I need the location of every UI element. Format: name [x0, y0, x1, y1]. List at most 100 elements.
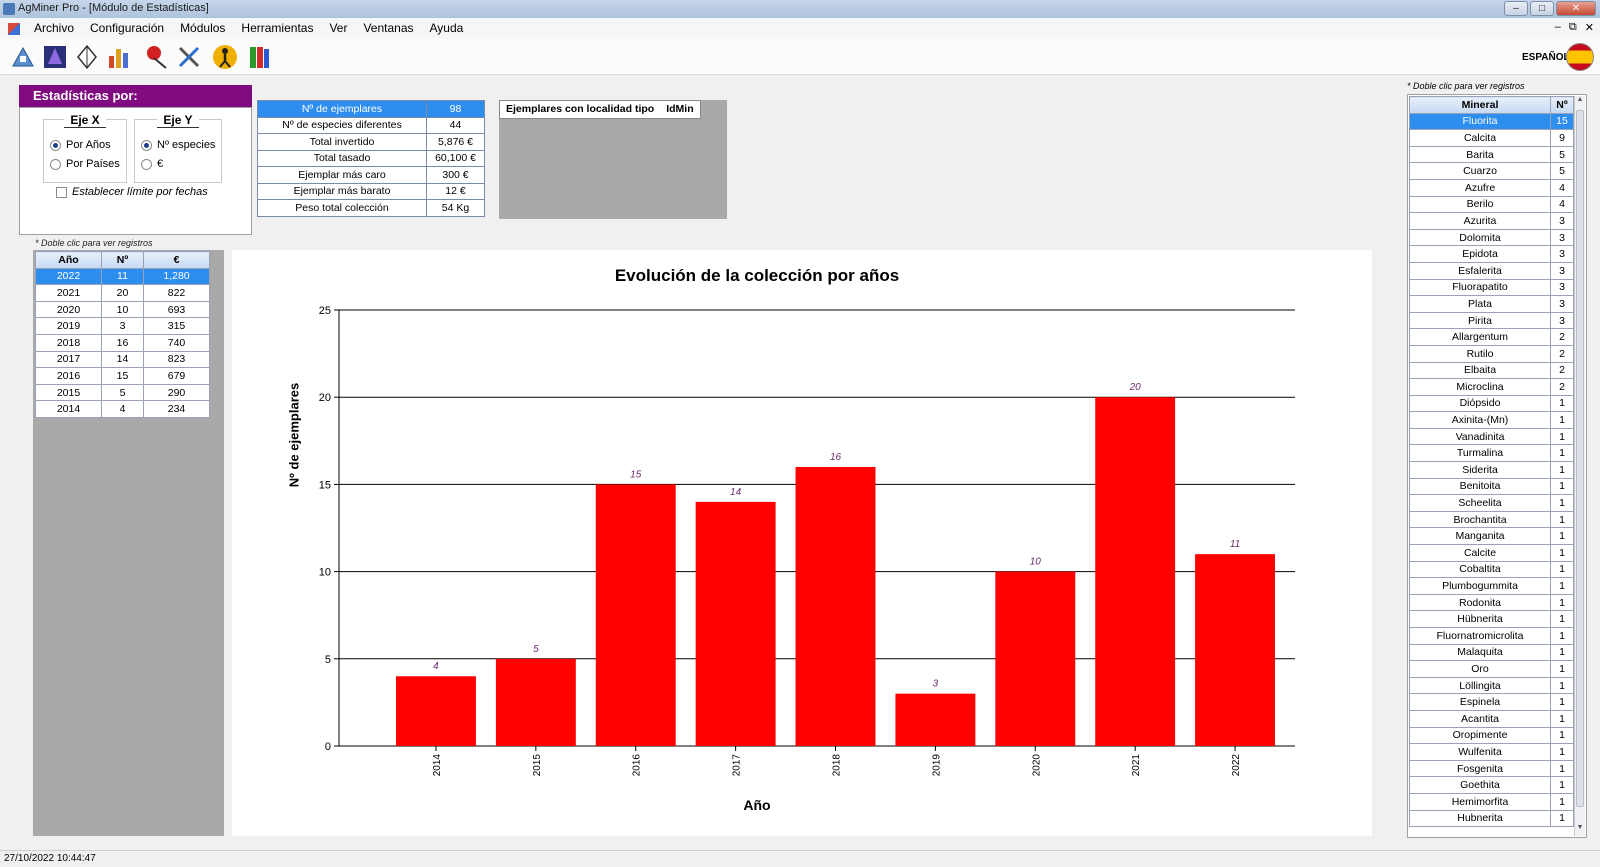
mineral-row[interactable]: Fluornatromicrolita 1 — [1409, 627, 1574, 645]
mineral-name[interactable]: Acantita — [1409, 709, 1551, 728]
col-ano[interactable]: Año — [35, 251, 102, 269]
mineral-count[interactable]: 4 — [1550, 178, 1574, 197]
year-cell[interactable]: 693 — [143, 300, 210, 319]
mineral-name[interactable]: Barita — [1409, 145, 1551, 164]
mineral-count[interactable]: 1 — [1550, 444, 1574, 463]
mineral-count[interactable]: 1 — [1550, 709, 1574, 728]
year-row[interactable]: 2020 10 693 — [35, 300, 210, 319]
mineral-count[interactable]: 1 — [1550, 560, 1574, 579]
mineral-name[interactable]: Manganita — [1409, 527, 1551, 546]
mdi-close-button[interactable]: ✕ — [1585, 21, 1594, 34]
year-cell[interactable]: 315 — [143, 317, 210, 335]
mineral-row[interactable]: Goethita 1 — [1409, 776, 1574, 794]
year-cell[interactable]: 290 — [143, 383, 210, 402]
mineral-name[interactable]: Turmalina — [1409, 444, 1551, 463]
year-cell[interactable]: 3 — [101, 317, 144, 335]
mineral-count[interactable]: 3 — [1550, 295, 1574, 313]
mineral-row[interactable]: Hubnerita 1 — [1409, 809, 1574, 828]
year-cell[interactable]: 2016 — [35, 367, 102, 385]
mineral-name[interactable]: Elbaita — [1409, 361, 1551, 380]
mineral-count[interactable]: 15 — [1550, 112, 1574, 131]
mineral-name[interactable]: Cuarzo — [1409, 162, 1551, 180]
mineral-row[interactable]: Diópsido 1 — [1409, 394, 1574, 413]
mineral-count[interactable]: 1 — [1550, 693, 1574, 711]
mineral-name[interactable]: Azufre — [1409, 178, 1551, 197]
year-cell[interactable]: 822 — [143, 284, 210, 302]
radio-por-anos[interactable]: Por Años — [50, 139, 111, 151]
mineral-row[interactable]: Calcita 9 — [1409, 129, 1574, 147]
year-cell[interactable]: 823 — [143, 350, 210, 369]
year-cell[interactable]: 234 — [143, 400, 210, 418]
radio-euro[interactable]: € — [141, 158, 163, 170]
col-count[interactable]: Nº — [1550, 96, 1574, 114]
mineral-count[interactable]: 1 — [1550, 593, 1574, 612]
mineral-row[interactable]: Oro 1 — [1409, 660, 1574, 678]
mineral-row[interactable]: Elbaita 2 — [1409, 361, 1574, 380]
mineral-name[interactable]: Allargentum — [1409, 328, 1551, 346]
mineral-name[interactable]: Calcite — [1409, 544, 1551, 562]
mineral-scrollbar[interactable]: ▲ ▼ — [1574, 96, 1585, 836]
mdi-restore-button[interactable]: ⧉ — [1569, 21, 1577, 34]
year-cell[interactable]: 11 — [101, 267, 144, 286]
menu-ver[interactable]: Ver — [321, 18, 355, 39]
mineral-count[interactable]: 1 — [1550, 627, 1574, 645]
mineral-name[interactable]: Berilo — [1409, 195, 1551, 214]
mineral-row[interactable]: Fosgenita 1 — [1409, 759, 1574, 778]
mineral-name[interactable]: Azurita — [1409, 212, 1551, 230]
year-cell[interactable]: 5 — [101, 383, 144, 402]
mineral-name[interactable]: Hübnerita — [1409, 610, 1551, 628]
radio-dot[interactable] — [141, 139, 152, 151]
mineral-row[interactable]: Hemimorfita 1 — [1409, 792, 1574, 811]
mineral-name[interactable]: Wulfenita — [1409, 743, 1551, 761]
mineral-count[interactable]: 1 — [1550, 461, 1574, 479]
mineral-count[interactable]: 3 — [1550, 311, 1574, 330]
mineral-row[interactable]: Vanadinita 1 — [1409, 427, 1574, 446]
mineral-row[interactable]: Hübnerita 1 — [1409, 610, 1574, 628]
mineral-row[interactable]: Rodonita 1 — [1409, 593, 1574, 612]
bar-stats-icon[interactable] — [104, 42, 134, 72]
col-euro[interactable]: € — [143, 251, 210, 269]
mineral-count[interactable]: 3 — [1550, 261, 1574, 280]
minimize-button[interactable]: – — [1504, 1, 1528, 16]
mineral-row[interactable]: Fluorita 15 — [1409, 112, 1574, 131]
mineral-count[interactable]: 4 — [1550, 195, 1574, 214]
mineral-count[interactable]: 5 — [1550, 162, 1574, 180]
mineral-count[interactable]: 3 — [1550, 228, 1574, 247]
mineral-row[interactable]: Berilo 4 — [1409, 195, 1574, 214]
mineral-count[interactable]: 2 — [1550, 361, 1574, 380]
year-cell[interactable]: 15 — [101, 367, 144, 385]
year-cell[interactable]: 4 — [101, 400, 144, 418]
mineral-count[interactable]: 3 — [1550, 245, 1574, 263]
mineral-count[interactable]: 1 — [1550, 427, 1574, 446]
mineral-row[interactable]: Fluorapatito 3 — [1409, 278, 1574, 297]
mineral-row[interactable]: Axinita-(Mn) 1 — [1409, 411, 1574, 429]
mineral-name[interactable]: Fluorita — [1409, 112, 1551, 131]
diamond-icon[interactable] — [72, 42, 102, 72]
document-menu-icon[interactable] — [8, 22, 20, 35]
mineral-row[interactable]: Benitoita 1 — [1409, 477, 1574, 496]
scroll-thumb[interactable] — [1576, 110, 1584, 807]
radio-dot[interactable] — [50, 158, 61, 170]
year-cell[interactable]: 2020 — [35, 300, 102, 319]
radio-dot[interactable] — [141, 158, 152, 170]
mineral-count[interactable]: 1 — [1550, 577, 1574, 595]
mineral-count[interactable]: 1 — [1550, 726, 1574, 745]
mineral-name[interactable]: Calcita — [1409, 129, 1551, 147]
mineral-row[interactable]: Malaquita 1 — [1409, 643, 1574, 662]
mineral-row[interactable]: Calcite 1 — [1409, 544, 1574, 562]
mineral-name[interactable]: Fosgenita — [1409, 759, 1551, 778]
mineral-row[interactable]: Barita 5 — [1409, 145, 1574, 164]
radio-por-paises[interactable]: Por Países — [50, 158, 120, 170]
mineral-row[interactable]: Azurita 3 — [1409, 212, 1574, 230]
year-cell[interactable]: 740 — [143, 333, 210, 352]
mineral-count[interactable]: 1 — [1550, 610, 1574, 628]
mineral-row[interactable]: Wulfenita 1 — [1409, 743, 1574, 761]
idmin-col[interactable]: IdMin — [660, 101, 699, 118]
mineral-name[interactable]: Cobaltita — [1409, 560, 1551, 579]
mineral-count[interactable]: 9 — [1550, 129, 1574, 147]
year-cell[interactable]: 16 — [101, 333, 144, 352]
mineral-row[interactable]: Dolomita 3 — [1409, 228, 1574, 247]
mineral-count[interactable]: 1 — [1550, 494, 1574, 512]
year-row[interactable]: 2018 16 740 — [35, 333, 210, 352]
mineral-row[interactable]: Siderita 1 — [1409, 461, 1574, 479]
